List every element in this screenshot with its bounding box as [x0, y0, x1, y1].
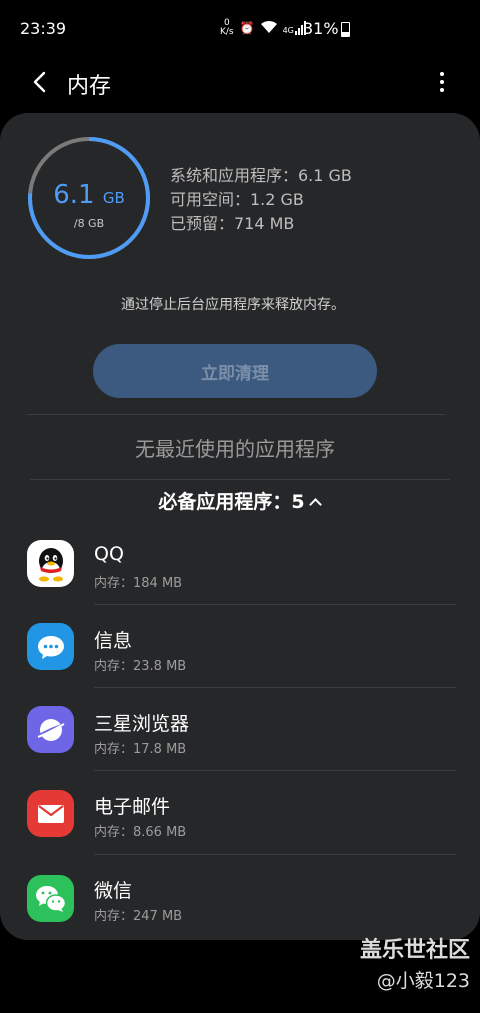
watermark-user: @小毅123	[376, 970, 470, 992]
clean-now-button[interactable]: 立即清理	[93, 344, 377, 398]
reserved-stat: 已预留：714 MB	[170, 214, 295, 233]
system-apps-stat: 系统和应用程序：6.1 GB	[170, 166, 352, 185]
more-dot-icon	[440, 80, 444, 84]
list-item[interactable]: QQ 内存：184 MB	[0, 521, 480, 605]
list-item[interactable]: 三星浏览器 内存：17.8 MB	[0, 687, 480, 771]
status-bar: 23:39 0 K/s ⏰ 4G 31%	[0, 0, 480, 58]
memory-stats: 系统和应用程序：6.1 GB 可用空间：1.2 GB 已预留：714 MB	[170, 164, 352, 236]
app-memory: 内存：247 MB	[94, 909, 183, 924]
memory-total: /8 GB	[73, 217, 105, 230]
chevron-up-icon	[308, 498, 322, 511]
memory-card: 6.1 GB /8 GB 系统和应用程序：6.1 GB 可用空间：1.2 GB …	[0, 113, 480, 940]
more-dot-icon	[440, 72, 444, 76]
app-memory: 内存：184 MB	[94, 576, 183, 591]
app-name: 三星浏览器	[94, 713, 190, 735]
app-memory: 内存：8.66 MB	[94, 825, 187, 840]
back-arrow-icon	[33, 71, 46, 93]
qq-icon	[27, 540, 74, 587]
list-item[interactable]: 微信 内存：247 MB	[0, 854, 480, 937]
used-number: 6.1	[53, 180, 95, 210]
app-name: QQ	[94, 543, 124, 565]
network-speed-icon: 0 K/s	[220, 18, 234, 37]
available-stat: 可用空间：1.2 GB	[170, 190, 304, 209]
messages-icon	[27, 623, 74, 670]
divider	[27, 414, 445, 415]
no-recent-apps-text: 无最近使用的应用程序	[135, 437, 335, 461]
watermark-brand: 盖乐世社区	[359, 938, 470, 963]
status-icons: 0 K/s ⏰ 4G	[220, 19, 307, 37]
essential-apps-header[interactable]: 必备应用程序：5	[0, 487, 478, 514]
memory-used-value: 6.1 GB	[27, 180, 151, 210]
wechat-icon	[27, 875, 74, 922]
app-memory: 内存：23.8 MB	[94, 659, 187, 674]
app-bar: 内存	[0, 58, 480, 108]
samsung-browser-icon	[27, 706, 74, 753]
app-memory: 内存：17.8 MB	[94, 742, 187, 757]
list-item[interactable]: 信息 内存：23.8 MB	[0, 604, 480, 688]
email-icon	[27, 790, 74, 837]
divider	[30, 479, 450, 480]
battery-icon	[341, 22, 350, 37]
app-name: 微信	[94, 880, 133, 902]
app-name: 信息	[94, 630, 133, 652]
status-time: 23:39	[20, 19, 67, 38]
page-title: 内存	[67, 74, 112, 99]
free-memory-hint: 通过停止后台应用程序来释放内存。	[121, 297, 345, 313]
watermark: 盖乐世社区 @小毅123	[344, 932, 470, 993]
battery-percent: 31%	[303, 19, 339, 38]
used-unit: GB	[102, 189, 125, 207]
back-button[interactable]	[22, 64, 58, 100]
list-item[interactable]: 电子邮件 内存：8.66 MB	[0, 770, 480, 855]
more-dot-icon	[440, 88, 444, 92]
wifi-icon	[260, 20, 277, 37]
alarm-icon: ⏰	[239, 21, 255, 35]
essential-apps-title: 必备应用程序：5	[158, 491, 305, 513]
more-options-button[interactable]	[428, 64, 456, 100]
app-name: 电子邮件	[94, 796, 171, 818]
